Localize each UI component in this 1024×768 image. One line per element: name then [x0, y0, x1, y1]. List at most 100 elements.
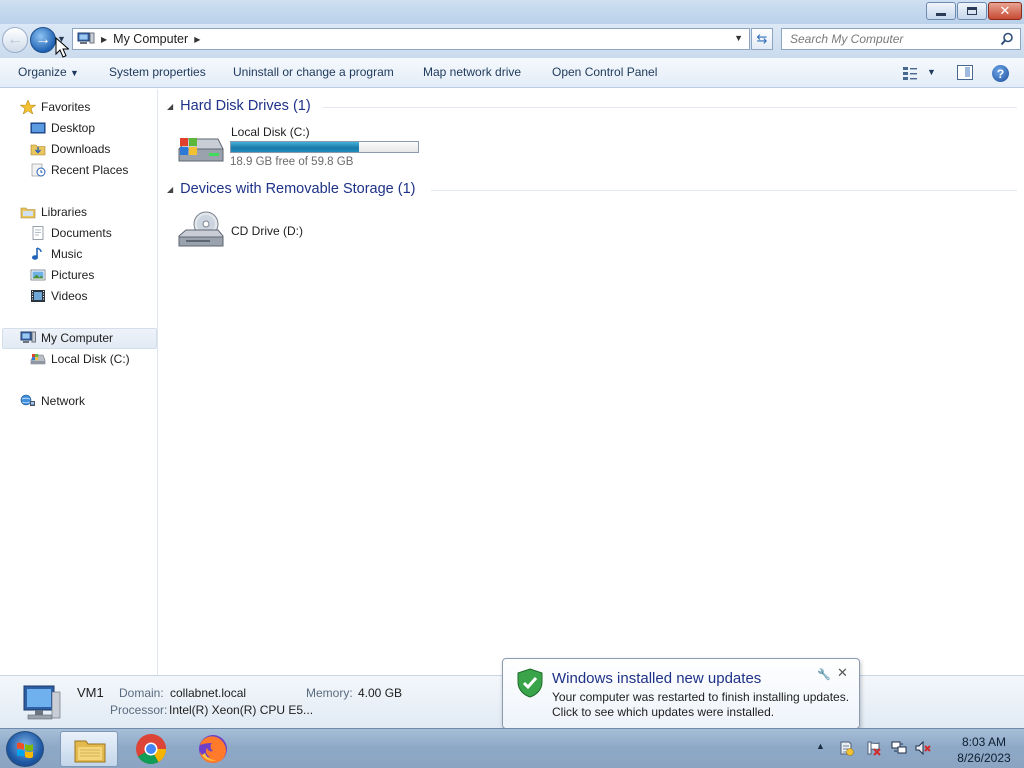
disk-free-space-text: 18.9 GB free of 59.8 GB	[230, 156, 354, 168]
breadcrumb-separator-icon[interactable]: ▶	[101, 35, 107, 44]
restore-icon	[967, 7, 977, 15]
back-arrow-icon: ←	[7, 31, 23, 48]
music-icon	[32, 247, 42, 260]
nav-desktop[interactable]: Desktop	[30, 118, 95, 138]
nav-libraries-label: Libraries	[41, 205, 88, 219]
refresh-button[interactable]: ⇆	[751, 28, 773, 50]
back-button[interactable]: ←	[2, 27, 28, 53]
volume-muted-icon[interactable]	[915, 740, 931, 756]
notification-message-line2: Click to see which updates were installe…	[552, 705, 775, 719]
open-control-panel-button[interactable]: Open Control Panel	[552, 65, 657, 79]
nav-favorites[interactable]: Favorites	[20, 97, 90, 117]
action-center-alert-icon[interactable]	[866, 740, 882, 756]
nav-recent-places-label: Recent Places	[51, 163, 129, 177]
title-bar[interactable]: ✕	[0, 0, 1024, 24]
breadcrumb-separator-icon[interactable]: ▶	[194, 35, 200, 44]
content-pane: ◢ Hard Disk Drives (1) Local Disk (C:) 1…	[159, 89, 1024, 675]
nav-pictures[interactable]: Pictures	[30, 265, 94, 285]
libraries-icon	[20, 207, 36, 219]
collapse-triangle-icon[interactable]: ◢	[167, 102, 173, 111]
address-bar[interactable]: ▶ My Computer ▶ ▼	[72, 28, 750, 50]
nav-desktop-label: Desktop	[51, 121, 96, 135]
help-icon[interactable]: ?	[992, 65, 1009, 82]
nav-pictures-label: Pictures	[51, 268, 95, 282]
nav-music[interactable]: Music	[30, 244, 82, 264]
domain-label: Domain:	[119, 686, 164, 700]
nav-local-disk-c[interactable]: Local Disk (C:)	[30, 349, 130, 369]
processor-label: Processor:	[110, 703, 168, 717]
hard-drive-icon	[178, 138, 224, 162]
minimize-icon	[936, 12, 946, 16]
search-icon[interactable]	[1000, 32, 1014, 46]
search-box[interactable]	[781, 28, 1021, 50]
documents-icon	[32, 226, 44, 240]
more-options-dropdown-icon[interactable]: ▼	[927, 67, 936, 77]
memory-value: 4.00 GB	[358, 686, 403, 700]
navigation-pane: Favorites Desktop Downloads Recent Place…	[0, 89, 158, 675]
preview-pane-icon[interactable]	[957, 65, 973, 80]
restore-button[interactable]	[957, 2, 987, 20]
mouse-cursor-icon	[55, 37, 69, 58]
recent-places-icon	[31, 163, 46, 177]
notification-close-icon[interactable]: ✕	[837, 666, 848, 681]
nav-documents[interactable]: Documents	[30, 223, 112, 243]
firefox-icon	[199, 735, 227, 763]
minimize-button[interactable]	[926, 2, 956, 20]
nav-network-label: Network	[41, 394, 86, 408]
close-button[interactable]: ✕	[988, 2, 1022, 20]
nav-network[interactable]: Network	[20, 391, 85, 411]
computer-icon	[20, 331, 36, 343]
update-notification-balloon[interactable]: Windows installed new updates Your compu…	[502, 658, 860, 729]
nav-videos-label: Videos	[51, 289, 88, 303]
map-network-drive-button[interactable]: Map network drive	[423, 65, 521, 79]
address-dropdown-icon[interactable]: ▼	[734, 33, 743, 43]
group-hard-disk-drives[interactable]: ◢ Hard Disk Drives (1)	[167, 98, 311, 114]
start-button[interactable]	[6, 731, 44, 767]
collapse-triangle-icon[interactable]: ◢	[167, 185, 173, 194]
explorer-window: ✕ ← → ▼ ▶ My Computer ▶ ▼ ⇆ Or	[0, 0, 1024, 728]
processor-value: Intel(R) Xeon(R) CPU E5...	[169, 703, 314, 717]
disk-used-fill	[231, 142, 359, 152]
computer-name: VM1	[77, 685, 104, 700]
removable-storage-header: Devices with Removable Storage (1)	[180, 181, 416, 197]
organize-label: Organize	[18, 65, 67, 79]
nav-recent-places[interactable]: Recent Places	[30, 160, 128, 180]
group-removable-storage[interactable]: ◢ Devices with Removable Storage (1)	[167, 181, 415, 197]
nav-documents-label: Documents	[51, 226, 112, 240]
clock-time[interactable]: 8:03 AM	[944, 735, 1024, 749]
desktop-icon	[30, 122, 46, 134]
nav-my-computer[interactable]: My Computer	[20, 328, 113, 348]
folder-icon	[74, 740, 106, 763]
nav-videos[interactable]: Videos	[30, 286, 87, 306]
pictures-icon	[30, 269, 46, 281]
refresh-icon: ⇆	[756, 31, 768, 46]
organize-button[interactable]: Organize ▼	[18, 65, 79, 79]
forward-button[interactable]: →	[30, 27, 56, 53]
nav-music-label: Music	[51, 247, 83, 261]
notification-options-icon[interactable]: 🔧	[817, 668, 831, 681]
change-view-icon[interactable]	[902, 65, 918, 81]
nav-my-computer-label: My Computer	[41, 331, 114, 345]
computer-icon	[77, 32, 95, 44]
nav-downloads-label: Downloads	[51, 142, 111, 156]
network-status-icon[interactable]	[891, 740, 907, 756]
clock-date[interactable]: 8/26/2023	[944, 751, 1024, 765]
memory-label: Memory:	[306, 686, 353, 700]
taskbar-firefox[interactable]	[184, 731, 242, 767]
breadcrumb-my-computer[interactable]: My Computer	[113, 32, 188, 46]
action-center-icon[interactable]	[838, 740, 854, 756]
taskbar-windows-explorer[interactable]	[60, 731, 118, 767]
notification-title: Windows installed new updates	[552, 670, 762, 687]
show-hidden-icons-icon[interactable]: ▲	[816, 741, 825, 751]
taskbar-google-chrome[interactable]	[122, 731, 180, 767]
hard-disk-drives-header: Hard Disk Drives (1)	[180, 98, 311, 114]
uninstall-program-button[interactable]: Uninstall or change a program	[233, 65, 394, 79]
close-icon: ✕	[999, 3, 1011, 19]
downloads-folder-icon	[30, 144, 46, 156]
drive-label-local-disk-c: Local Disk (C:)	[231, 125, 310, 139]
chevron-down-icon: ▼	[70, 68, 79, 78]
nav-downloads[interactable]: Downloads	[30, 139, 110, 159]
system-properties-button[interactable]: System properties	[109, 65, 206, 79]
nav-libraries[interactable]: Libraries	[20, 202, 87, 222]
search-input[interactable]	[782, 29, 997, 49]
